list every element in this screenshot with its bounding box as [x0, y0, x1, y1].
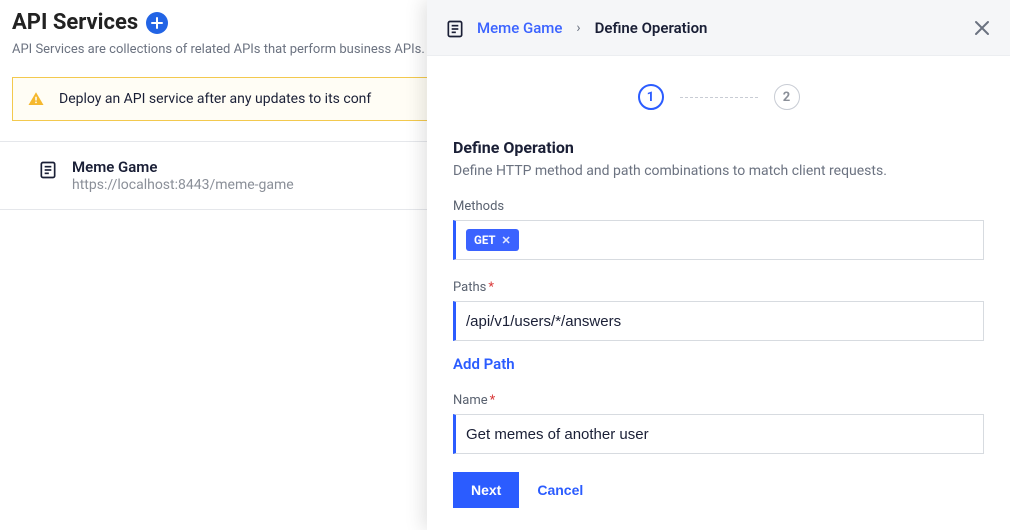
name-input-wrapper [453, 414, 984, 454]
page-title: API Services [12, 10, 138, 35]
add-service-button[interactable] [146, 12, 168, 34]
step-connector [680, 97, 758, 98]
paths-input[interactable] [466, 313, 973, 330]
methods-label: Methods [453, 199, 984, 214]
paths-label: Paths* [453, 280, 984, 295]
name-input[interactable] [466, 426, 973, 443]
step-2[interactable]: 2 [774, 84, 800, 110]
method-tag-get[interactable]: GET ✕ [466, 229, 519, 251]
stepper: 1 2 [453, 84, 984, 110]
add-path-link[interactable]: Add Path [453, 355, 515, 373]
remove-method-icon[interactable]: ✕ [502, 234, 511, 247]
breadcrumb-link[interactable]: Meme Game [477, 19, 562, 37]
breadcrumb-current: Define Operation [595, 19, 708, 37]
next-button[interactable]: Next [453, 472, 519, 508]
method-tag-label: GET [474, 233, 496, 247]
plus-icon [151, 17, 163, 29]
close-icon[interactable] [972, 18, 992, 38]
breadcrumb-separator: › [576, 20, 580, 36]
section-subtitle: Define HTTP method and path combinations… [453, 163, 984, 179]
document-icon [445, 19, 465, 39]
document-icon [38, 160, 58, 180]
alert-text: Deploy an API service after any updates … [59, 91, 371, 107]
define-operation-panel: Meme Game › Define Operation 1 2 Define … [427, 0, 1010, 530]
step-1[interactable]: 1 [638, 84, 664, 110]
paths-input-wrapper [453, 301, 984, 341]
section-title: Define Operation [453, 138, 984, 157]
methods-input[interactable]: GET ✕ [453, 220, 984, 260]
name-label: Name* [453, 393, 984, 408]
warning-icon [27, 90, 45, 108]
service-url: https://localhost:8443/meme-game [72, 177, 294, 193]
cancel-button[interactable]: Cancel [537, 482, 583, 498]
service-name: Meme Game [72, 158, 294, 176]
